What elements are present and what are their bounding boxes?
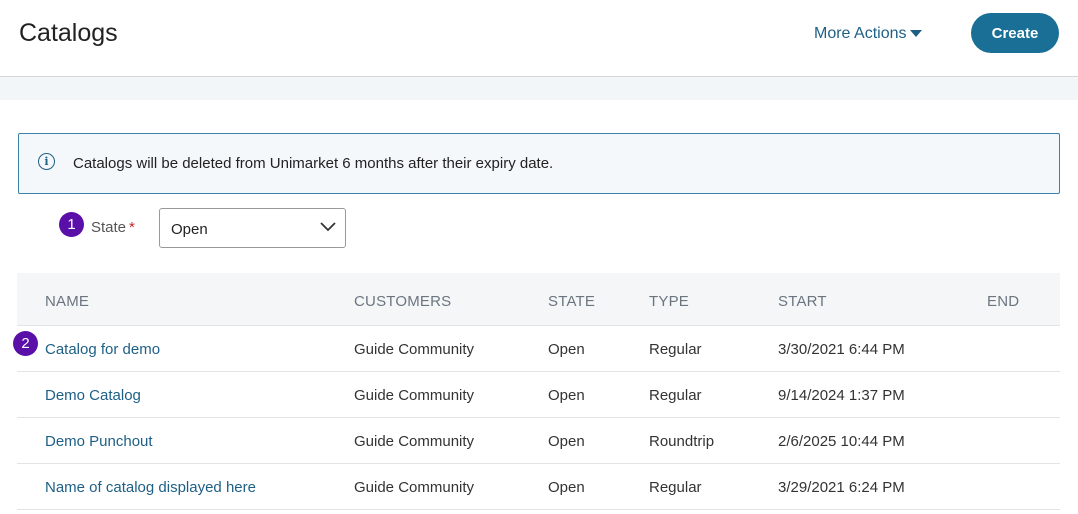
- catalog-name-link[interactable]: Name of catalog displayed here: [45, 479, 256, 496]
- catalog-name-link[interactable]: Demo Catalog: [45, 387, 141, 404]
- customers-cell: Guide Community: [354, 341, 475, 358]
- page-header: Catalogs More Actions Create: [0, 0, 1078, 77]
- state-cell: Open: [548, 433, 585, 450]
- start-cell: 2/6/2025 10:44 PM: [778, 433, 905, 450]
- step-badge-2: 2: [13, 331, 38, 356]
- state-cell: Open: [548, 479, 585, 496]
- table-row[interactable]: Name of catalog displayed here Guide Com…: [17, 464, 1060, 510]
- table-row[interactable]: Demo Catalog Guide Community Open Regula…: [17, 372, 1060, 418]
- column-header-end[interactable]: END: [987, 293, 1019, 310]
- chevron-down-icon: [320, 222, 336, 232]
- start-cell: 9/14/2024 1:37 PM: [778, 387, 905, 404]
- state-label-text: State: [91, 219, 127, 236]
- state-cell: Open: [548, 341, 585, 358]
- column-header-start[interactable]: START: [778, 293, 827, 310]
- table-header: NAME CUSTOMERS STATE TYPE START END: [17, 273, 1060, 326]
- caret-down-icon: [910, 29, 923, 37]
- step-badge-1: 1: [59, 212, 84, 237]
- table-row[interactable]: Demo Punchout Guide Community Open Round…: [17, 418, 1060, 464]
- more-actions-menu[interactable]: More Actions: [814, 25, 923, 43]
- table-row[interactable]: Catalog for demo Guide Community Open Re…: [17, 326, 1060, 372]
- type-cell: Regular: [649, 479, 702, 496]
- state-filter-label: State *: [91, 219, 135, 236]
- catalog-name-link[interactable]: Catalog for demo: [45, 341, 160, 358]
- type-cell: Regular: [649, 341, 702, 358]
- page-title: Catalogs: [19, 19, 118, 47]
- more-actions-label: More Actions: [814, 25, 907, 42]
- info-banner: i Catalogs will be deleted from Unimarke…: [18, 133, 1060, 194]
- column-header-state[interactable]: STATE: [548, 293, 595, 310]
- start-cell: 3/30/2021 6:44 PM: [778, 341, 905, 358]
- info-message: Catalogs will be deleted from Unimarket …: [73, 155, 554, 172]
- type-cell: Regular: [649, 387, 702, 404]
- catalogs-table: NAME CUSTOMERS STATE TYPE START END Cata…: [17, 273, 1060, 510]
- catalog-name-link[interactable]: Demo Punchout: [45, 433, 153, 450]
- customers-cell: Guide Community: [354, 479, 475, 496]
- column-header-name[interactable]: NAME: [45, 293, 89, 310]
- column-header-type[interactable]: TYPE: [649, 293, 689, 310]
- type-cell: Roundtrip: [649, 433, 715, 450]
- state-select[interactable]: Open: [159, 208, 346, 248]
- info-icon: i: [38, 153, 55, 170]
- customers-cell: Guide Community: [354, 387, 475, 404]
- header-band: [0, 78, 1078, 100]
- state-select-value: Open: [171, 221, 208, 238]
- start-cell: 3/29/2021 6:24 PM: [778, 479, 905, 496]
- state-cell: Open: [548, 387, 585, 404]
- create-button[interactable]: Create: [971, 13, 1059, 53]
- column-header-customers[interactable]: CUSTOMERS: [354, 293, 451, 310]
- required-marker: *: [129, 219, 135, 236]
- customers-cell: Guide Community: [354, 433, 475, 450]
